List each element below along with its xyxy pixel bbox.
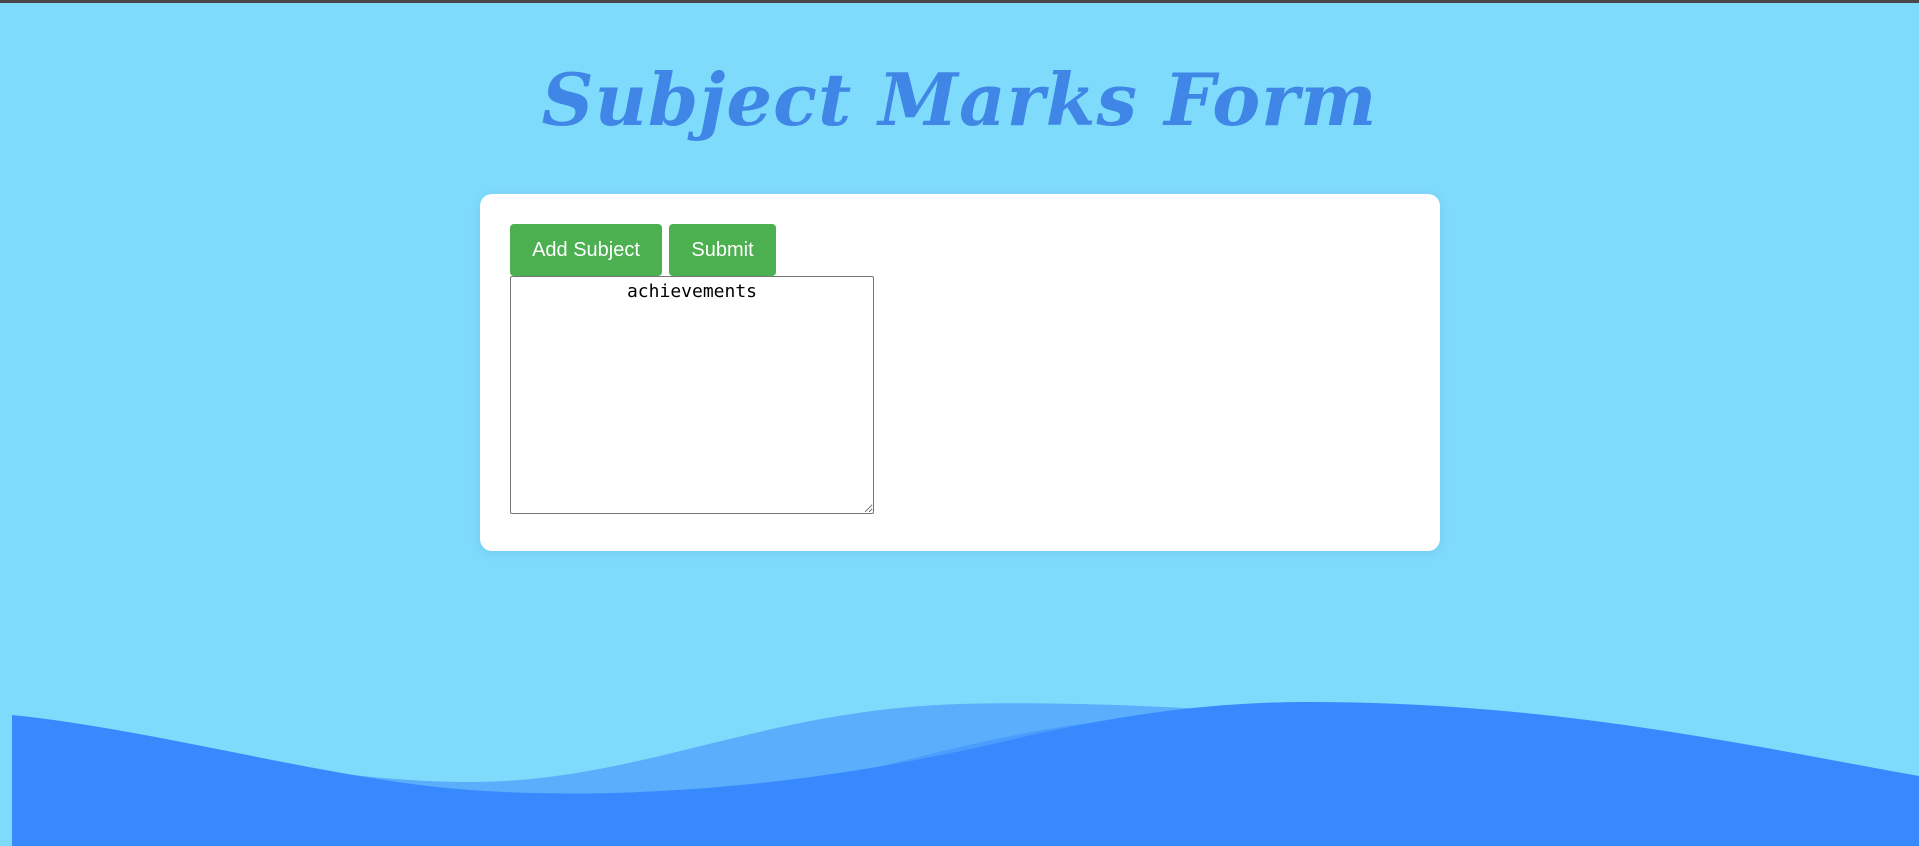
window-top-border [0,0,1919,3]
submit-button[interactable]: Submit [669,224,776,276]
add-subject-button[interactable]: Add Subject [510,224,662,276]
form-card: Add Subject Submit [480,194,1440,551]
page-title: Subject Marks Form [541,57,1378,142]
wave-decoration [12,702,1919,846]
achievements-textarea[interactable] [510,276,874,514]
